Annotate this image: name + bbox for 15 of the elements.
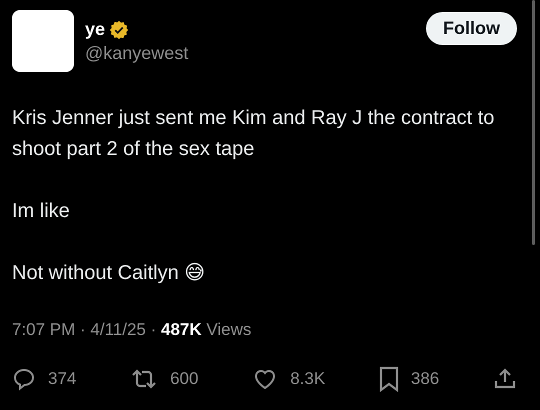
display-name: ye — [85, 19, 106, 40]
tweet-text: Kris Jenner just sent me Kim and Ray J the contract to shoot part 2 of the sex tape — [12, 106, 496, 162]
tweet-text: Im like — [12, 199, 71, 224]
bookmark-icon[interactable] — [378, 366, 399, 392]
action-count: 374 — [48, 369, 76, 389]
action-count: 600 — [170, 369, 198, 389]
tweet-meta: 7:07 PM · 4/11/25 · 487K Views — [12, 320, 252, 340]
action-count: 386 — [410, 369, 440, 389]
share-icon[interactable] — [492, 367, 517, 391]
speech-bubble-icon[interactable] — [12, 367, 36, 391]
follow-button[interactable]: Follow — [426, 12, 517, 45]
user-handle: @kanyewest — [85, 43, 188, 64]
tweet-text: Not without Caitlyn 😅 — [12, 261, 206, 286]
repost-icon[interactable] — [130, 367, 158, 391]
action-count: 8.3K — [290, 369, 326, 389]
